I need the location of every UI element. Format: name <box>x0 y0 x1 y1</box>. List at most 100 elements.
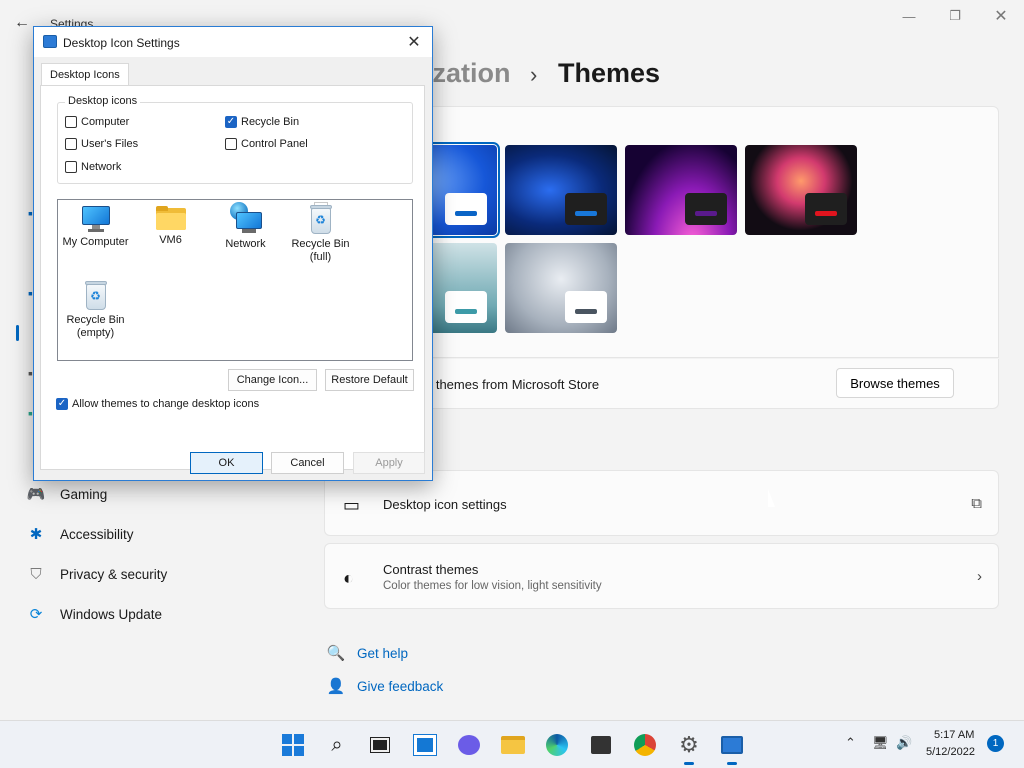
group-label: Desktop icons <box>65 95 141 107</box>
theme-tile[interactable] <box>625 145 737 235</box>
link-label: Get help <box>357 645 409 661</box>
nav-item-label: Windows Update <box>60 606 163 622</box>
edge-icon[interactable] <box>543 731 571 759</box>
row-subtitle: Color themes for low vision, light sensi… <box>383 580 602 592</box>
desktop-icon-list[interactable]: My Computer VM6 Network ♻ Recycle Bin (f… <box>57 199 413 361</box>
volume-icon[interactable]: 🔊 <box>896 735 912 751</box>
theme-tile[interactable] <box>505 145 617 235</box>
checkbox-control-panel[interactable]: Control Panel <box>225 138 308 150</box>
start-icon[interactable] <box>279 731 307 759</box>
chat-icon[interactable] <box>455 731 483 759</box>
file-explorer-icon[interactable] <box>499 731 527 759</box>
nav-selected-indicator <box>16 325 19 341</box>
restore-default-button[interactable]: Restore Default <box>325 369 414 391</box>
help-icon: 🔍 <box>326 645 346 662</box>
network-icon <box>229 202 262 234</box>
restore-icon[interactable]: ❐ <box>932 6 978 26</box>
checkbox-label: Control Panel <box>241 138 308 150</box>
get-help-link[interactable]: 🔍 Get help <box>324 644 408 662</box>
nav-item-gaming[interactable]: 🎮 Gaming <box>26 483 108 505</box>
icon-label: Recycle Bin (full) <box>291 238 350 263</box>
checkbox-allow-themes[interactable]: ✓ Allow themes to change desktop icons <box>56 398 259 410</box>
checkmark-icon[interactable]: ✓ <box>56 398 68 410</box>
checkbox-box[interactable] <box>225 138 237 150</box>
checkbox-recycle-bin[interactable]: ✓ Recycle Bin <box>225 116 299 128</box>
minimize-icon[interactable]: — <box>886 6 932 26</box>
settings-gear-icon[interactable]: ⚙ <box>675 731 703 765</box>
theme-tile[interactable] <box>745 145 857 235</box>
ok-button[interactable]: OK <box>190 452 263 474</box>
nav-item-label: Accessibility <box>60 526 134 542</box>
contrast-themes-row[interactable]: ◐ Contrast themes Color themes for low v… <box>324 543 999 609</box>
desktop-icon-settings-dialog: Desktop Icon Settings ✕ Desktop Icons De… <box>33 26 433 481</box>
nav-item-accessibility[interactable]: ✱ Accessibility <box>26 523 134 545</box>
nav-item-privacy[interactable]: ⛉ Privacy & security <box>26 563 167 585</box>
task-view-icon[interactable] <box>366 731 394 759</box>
icon-item-user-folder[interactable]: VM6 <box>133 206 208 247</box>
widgets-icon[interactable] <box>411 731 439 759</box>
shield-icon: ⛉ <box>30 565 42 583</box>
store-icon[interactable] <box>587 731 615 759</box>
checkbox-users-files[interactable]: User's Files <box>65 138 138 150</box>
close-icon[interactable]: ✕ <box>978 6 1024 26</box>
chevron-up-icon[interactable]: ⌃ <box>845 735 856 751</box>
checkbox-label: User's Files <box>81 138 139 150</box>
browse-themes-button[interactable]: Browse themes <box>836 368 954 398</box>
dialog-tab-page: Desktop icons Computer User's Files Netw… <box>40 85 425 470</box>
checkbox-label: Computer <box>81 116 130 128</box>
search-icon[interactable]: ⌕ <box>323 731 351 759</box>
apply-button[interactable]: Apply <box>353 452 425 474</box>
taskbar: ⌕ ⚙ ⌃ 🖥 🔊 5:17 AM 5/12/2022 1 <box>0 720 1024 768</box>
checkmark-icon[interactable]: ✓ <box>225 116 237 128</box>
store-text: e themes from Microsoft Store <box>425 377 600 392</box>
icon-label: Network <box>225 238 266 250</box>
update-icon: ⟳ <box>29 606 43 623</box>
icon-item-recycle-bin-empty[interactable]: ♻ Recycle Bin (empty) <box>58 280 133 339</box>
nav-item-label: Privacy & security <box>60 566 168 582</box>
checkbox-label: Recycle Bin <box>241 116 300 128</box>
icon-item-network[interactable]: Network <box>208 202 283 251</box>
external-link-icon: ⧉ <box>971 495 982 512</box>
change-icon-button[interactable]: Change Icon... <box>228 369 317 391</box>
computer-icon <box>81 206 110 232</box>
dialog-tabstrip: Desktop Icons <box>34 57 432 87</box>
checkbox-network[interactable]: Network <box>65 161 121 173</box>
clock-date[interactable]: 5/12/2022 <box>926 746 975 758</box>
network-tray-icon[interactable]: 🖥 <box>872 735 889 751</box>
checkbox-box[interactable] <box>65 138 77 150</box>
checkbox-box[interactable] <box>65 161 77 173</box>
link-label: Give feedback <box>357 678 444 694</box>
contrast-icon: ◐ <box>343 568 354 588</box>
cancel-button[interactable]: Cancel <box>271 452 344 474</box>
recycle-bin-empty-icon: ♻ <box>84 280 107 310</box>
back-arrow-icon[interactable]: ← <box>14 14 30 32</box>
clock-time[interactable]: 5:17 AM <box>934 729 974 741</box>
monitor-icon: ▭ <box>343 495 361 515</box>
checkbox-label: Allow themes to change desktop icons <box>72 398 260 410</box>
breadcrumb-separator: › <box>530 62 538 87</box>
close-icon[interactable]: ✕ <box>404 32 424 52</box>
breadcrumb-parent[interactable]: ization <box>425 58 511 89</box>
folder-icon <box>155 206 186 230</box>
tab-desktop-icons[interactable]: Desktop Icons <box>41 63 129 85</box>
checkbox-box[interactable] <box>65 116 77 128</box>
icon-label: VM6 <box>159 234 182 246</box>
feedback-icon: 👤 <box>326 678 346 695</box>
gamepad-icon: 🎮 <box>26 486 46 503</box>
checkbox-computer[interactable]: Computer <box>65 116 129 128</box>
icon-label: My Computer <box>62 236 129 248</box>
row-title: Contrast themes <box>383 562 479 577</box>
desktop-icon-settings-taskbar-icon[interactable] <box>718 731 746 765</box>
give-feedback-link[interactable]: 👤 Give feedback <box>324 677 444 695</box>
row-title: Desktop icon settings <box>383 497 507 512</box>
accessibility-icon: ✱ <box>29 526 43 543</box>
theme-tile[interactable] <box>505 243 617 333</box>
chrome-icon[interactable] <box>631 731 659 759</box>
icon-label: Recycle Bin (empty) <box>66 314 125 339</box>
recycle-bin-full-icon: ♻ <box>309 202 332 234</box>
dialog-titlebar[interactable]: Desktop Icon Settings ✕ <box>34 27 432 57</box>
icon-item-recycle-bin-full[interactable]: ♻ Recycle Bin (full) <box>283 202 358 263</box>
nav-item-windows-update[interactable]: ⟳ Windows Update <box>26 603 162 625</box>
icon-item-my-computer[interactable]: My Computer <box>58 206 133 249</box>
notification-badge[interactable]: 1 <box>987 735 1004 752</box>
